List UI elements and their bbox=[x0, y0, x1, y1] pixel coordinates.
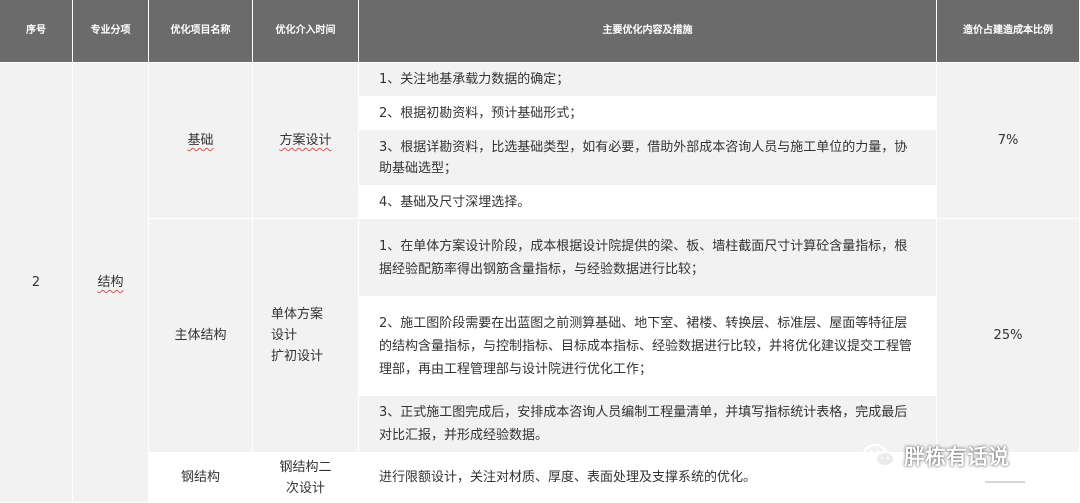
main-structure-timing: 单体方案 设计 扩初设计 bbox=[253, 219, 359, 453]
watermark-underline bbox=[985, 481, 1025, 483]
main-structure-ratio: 25% bbox=[937, 219, 1080, 453]
foundation-measure-2: 2、根据初勘资料，预计基础形式； bbox=[359, 97, 937, 130]
header-ratio: 造价占建造成本比例 bbox=[937, 0, 1080, 63]
foundation-measure-1: 1、关注地基承载力数据的确定； bbox=[359, 63, 937, 97]
watermark-text: 胖栋有话说 bbox=[904, 445, 1009, 469]
foundation-ratio: 7% bbox=[937, 63, 1080, 219]
steel-item: 钢结构 bbox=[149, 453, 253, 503]
steel-measure: 进行限额设计，关注对材质、厚度、表面处理及支撑系统的优化。 bbox=[359, 453, 937, 503]
foundation-item: 基础 bbox=[149, 63, 253, 219]
foundation-timing: 方案设计 bbox=[253, 63, 359, 219]
main-structure-measure-3: 3、正式施工图完成后，安排成本咨询人员编制工程量清单，并填写指标统计表格，完成最… bbox=[359, 396, 937, 453]
header-timing: 优化介入时间 bbox=[253, 0, 359, 63]
main-structure-timing-line-3: 扩初设计 bbox=[271, 349, 324, 364]
main-structure-measure-1: 1、在单体方案设计阶段，成本根据设计院提供的梁、板、墙柱截面尺寸计算砼含量指标，… bbox=[359, 219, 937, 297]
foundation-measure-3: 3、根据详勘资料，比选基础类型，如有必要，借助外部成本咨询人员与施工单位的力量，… bbox=[359, 130, 937, 186]
group-category-text: 结构 bbox=[97, 275, 124, 290]
header-measures: 主要优化内容及措施 bbox=[359, 0, 937, 63]
group-category: 结构 bbox=[73, 63, 149, 503]
main-structure-timing-line-1: 单体方案 bbox=[271, 307, 324, 322]
watermark: 胖栋有话说 bbox=[862, 442, 1009, 470]
header-item: 优化项目名称 bbox=[149, 0, 253, 63]
foundation-measure-4: 4、基础及尺寸深埋选择。 bbox=[359, 186, 937, 219]
group-index: 2 bbox=[0, 63, 73, 503]
optimization-table: 序号 专业分项 优化项目名称 优化介入时间 主要优化内容及措施 造价占建造成本比… bbox=[0, 0, 1080, 503]
header-category: 专业分项 bbox=[73, 0, 149, 63]
main-structure-item: 主体结构 bbox=[149, 219, 253, 453]
steel-timing-line-1: 钢结构二 bbox=[279, 459, 332, 475]
steel-timing: 钢结构二 次设计 bbox=[253, 453, 359, 503]
foundation-item-text: 基础 bbox=[187, 133, 214, 148]
header-index: 序号 bbox=[0, 0, 73, 63]
wechat-icon bbox=[863, 444, 895, 467]
foundation-timing-text: 方案设计 bbox=[279, 133, 332, 148]
main-structure-measure-2: 2、施工图阶段需要在出蓝图之前测算基础、地下室、裙楼、转换层、标准层、屋面等特征… bbox=[359, 297, 937, 396]
main-structure-timing-line-2: 设计 bbox=[271, 328, 298, 343]
steel-timing-line-2: 次设计 bbox=[285, 480, 325, 496]
